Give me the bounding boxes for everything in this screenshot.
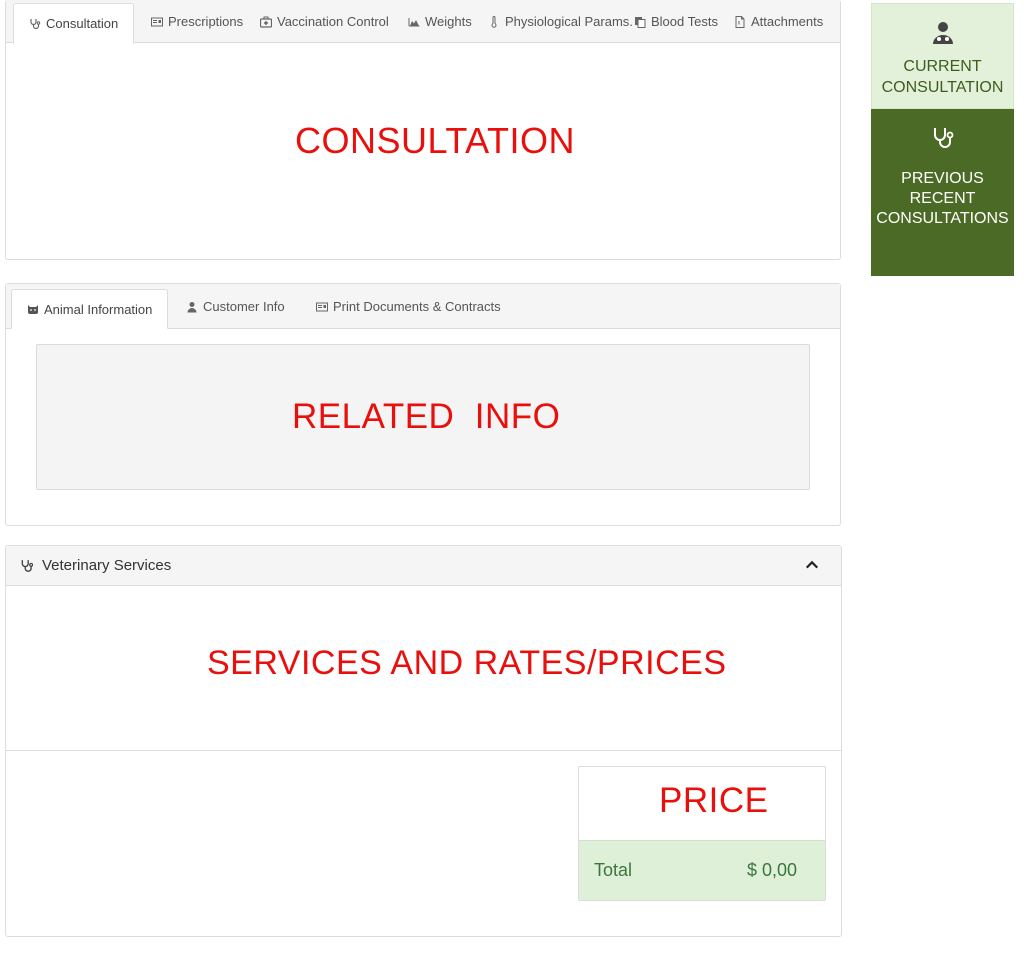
tab-label: Print Documents & Contracts: [333, 299, 501, 314]
tab-animal-information[interactable]: Animal Information: [11, 289, 169, 329]
total-label: Total: [594, 860, 633, 880]
current-consultation-button[interactable]: CURRENT CONSULTATION: [871, 3, 1014, 109]
consultation-placeholder: CONSULTATION: [295, 120, 576, 161]
tab-physiological-params[interactable]: Physiological Params.: [488, 0, 633, 43]
consultation-tabbar: Consultation Prescriptions Vaccination C…: [6, 0, 840, 44]
services-header: Veterinary Services: [6, 546, 841, 586]
related-info-content: RELATED INFO: [36, 344, 810, 490]
total-value: $ 0,00: [746, 860, 797, 880]
tab-label: Blood Tests: [651, 14, 718, 29]
tab-label: Consultation: [46, 16, 119, 31]
tab-vaccination-control[interactable]: Vaccination Control: [260, 0, 389, 43]
tab-prescriptions[interactable]: Prescriptions: [151, 0, 243, 43]
tab-label: Customer Info: [203, 299, 285, 314]
services-title: Veterinary Services: [42, 557, 172, 574]
cat-icon: [28, 305, 38, 314]
consultation-panel: Consultation Prescriptions Vaccination C…: [5, 0, 841, 260]
user-icon: [187, 301, 197, 312]
file-icon: [735, 15, 745, 28]
tab-weights[interactable]: Weights: [408, 0, 472, 43]
current-consultation-label: CURRENT CONSULTATION: [881, 58, 1004, 96]
thermometer-icon: [491, 15, 497, 28]
price-box: PRICE Total $ 0,00: [578, 766, 826, 901]
tab-attachments[interactable]: Attachments: [734, 0, 823, 43]
divider: [6, 750, 841, 751]
stethoscope-icon: [21, 559, 34, 572]
tab-label: Physiological Params.: [505, 14, 633, 29]
stethoscope-icon: [933, 128, 953, 148]
related-info-panel: Animal Information Customer Info Print D…: [5, 283, 841, 526]
id-card-icon: [316, 302, 328, 311]
price-placeholder: PRICE: [659, 781, 769, 820]
related-info-placeholder: RELATED INFO: [292, 397, 561, 436]
copy-icon: [635, 16, 646, 28]
tab-blood-tests[interactable]: Blood Tests: [634, 0, 718, 43]
tab-customer-info[interactable]: Customer Info: [186, 284, 285, 329]
veterinary-services-panel: Veterinary Services SERVICES AND RATES/P…: [5, 545, 842, 937]
tab-label: Animal Information: [44, 301, 153, 317]
user-doctor-icon: [932, 22, 953, 44]
area-chart-icon: [408, 17, 420, 26]
related-tabbar: Animal Information Customer Info Print D…: [6, 284, 840, 329]
medkit-icon: [260, 16, 272, 28]
tab-label: Weights: [425, 14, 472, 29]
price-total-row: Total $ 0,00: [579, 840, 825, 900]
services-placeholder: SERVICES AND RATES/PRICES: [207, 644, 727, 682]
tab-consultation[interactable]: Consultation: [13, 3, 135, 44]
chevron-up-icon[interactable]: [805, 558, 819, 572]
tab-label: Attachments: [751, 14, 824, 29]
tab-label: Vaccination Control: [277, 14, 389, 29]
tab-label: Prescriptions: [168, 14, 244, 29]
previous-consultations-button[interactable]: PREVIOUS RECENT CONSULTATIONS: [871, 109, 1014, 276]
id-card-icon: [151, 17, 163, 26]
tab-print-documents-contracts[interactable]: Print Documents & Contracts: [316, 284, 501, 329]
previous-consultations-label: PREVIOUS RECENT CONSULTATIONS: [876, 170, 1009, 227]
stethoscope-icon: [30, 18, 41, 29]
